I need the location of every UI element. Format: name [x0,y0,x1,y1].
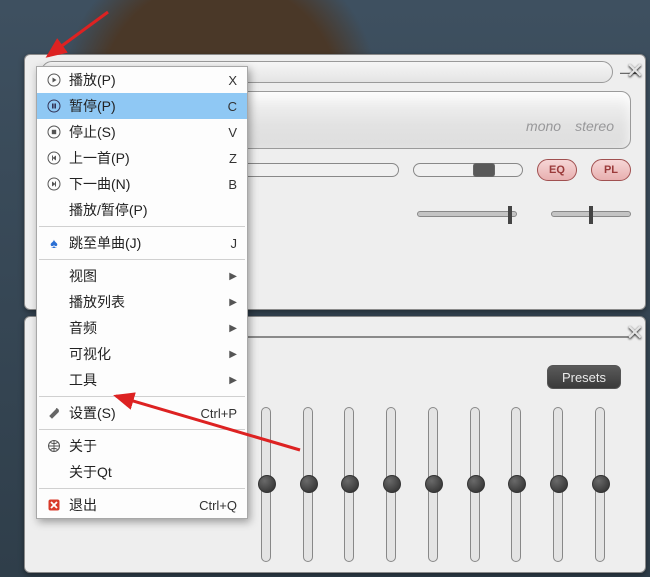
balance-slider[interactable] [551,211,631,217]
stereo-indicator: stereo [575,118,614,134]
eq-band-slider[interactable] [386,407,396,562]
next-icon [43,177,65,191]
presets-button[interactable]: Presets [547,365,621,389]
play-icon [43,73,65,87]
menu-prev[interactable]: 上一首(P) Z [37,145,247,171]
mono-indicator: mono [526,118,561,134]
eq-band-slider[interactable] [553,407,563,562]
context-menu: 播放(P) X 暂停(P) C 停止(S) V 上一首(P) Z 下一曲(N) … [36,66,248,519]
menu-next[interactable]: 下一曲(N) B [37,171,247,197]
stop-icon [43,125,65,139]
menu-pause[interactable]: 暂停(P) C [37,93,247,119]
menu-playpause[interactable]: 播放/暂停(P) [37,197,247,223]
menu-play[interactable]: 播放(P) X [37,67,247,93]
eq-band-slider[interactable] [595,407,605,562]
menu-about[interactable]: 关于 [37,433,247,459]
close-icon[interactable]: ✕ [626,58,644,84]
seek-slider-secondary[interactable] [413,163,523,177]
menu-tools[interactable]: 工具▶ [37,367,247,393]
globe-icon [43,439,65,453]
volume-slider[interactable] [417,211,517,217]
eq-band-slider[interactable] [303,407,313,562]
menu-aboutqt[interactable]: 关于Qt [37,459,247,485]
menu-playlist[interactable]: 播放列表▶ [37,289,247,315]
menu-stop[interactable]: 停止(S) V [37,119,247,145]
close-icon[interactable]: ✕ [626,320,644,346]
prev-icon [43,151,65,165]
eq-band-slider[interactable] [470,407,480,562]
jump-icon: ♠ [43,235,65,251]
menu-settings[interactable]: 设置(S) Ctrl+P [37,400,247,426]
menu-exit[interactable]: 退出 Ctrl+Q [37,492,247,518]
wrench-icon [43,406,65,420]
menu-view[interactable]: 视图▶ [37,263,247,289]
eq-band-slider[interactable] [344,407,354,562]
menu-visual[interactable]: 可视化▶ [37,341,247,367]
eq-button[interactable]: EQ [537,159,577,181]
eq-band-slider[interactable] [428,407,438,562]
menu-audio[interactable]: 音频▶ [37,315,247,341]
pause-icon [43,99,65,113]
pl-button[interactable]: PL [591,159,631,181]
eq-band-slider[interactable] [511,407,521,562]
menu-jump[interactable]: ♠ 跳至单曲(J) J [37,230,247,256]
eq-band-slider[interactable] [261,407,271,562]
exit-icon [43,498,65,512]
